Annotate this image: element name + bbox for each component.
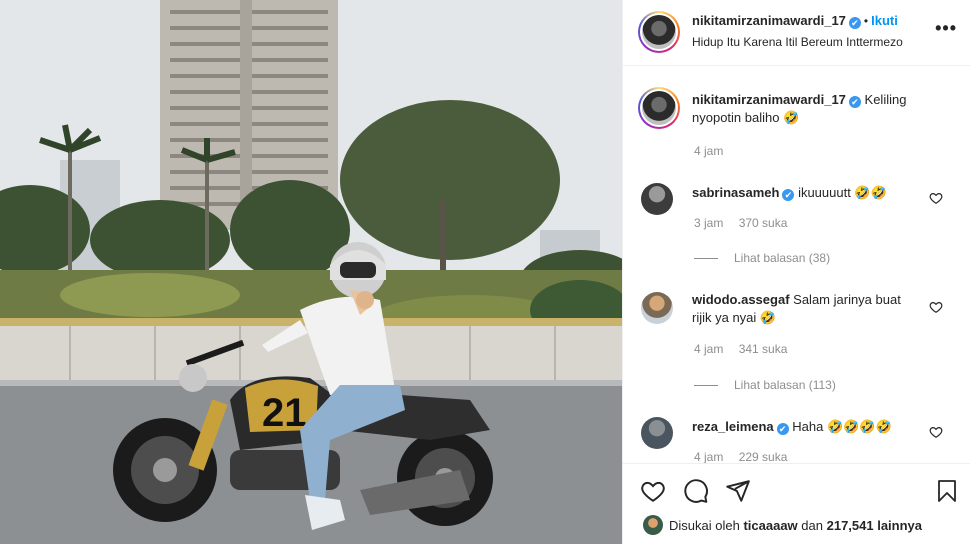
bookmark-icon[interactable]	[935, 478, 959, 504]
comment-username[interactable]: widodo.assegaf	[692, 292, 790, 307]
comment: reza_leimena ✔ Haha 🤣🤣🤣🤣	[692, 418, 922, 436]
comment-likes[interactable]: 370 suka	[739, 216, 788, 230]
comment-time: 4 jam	[694, 450, 724, 463]
comment-likes[interactable]: 229 suka	[739, 450, 788, 463]
heart-icon[interactable]	[640, 478, 666, 504]
comment-meta: 4 jam 341 suka	[694, 342, 799, 356]
liked-by-count[interactable]: 217,541 lainnya	[827, 518, 922, 533]
share-icon[interactable]	[725, 478, 751, 504]
verified-icon: ✔	[782, 189, 795, 201]
caption-avatar[interactable]	[638, 87, 680, 129]
comment-time: 3 jam	[694, 216, 724, 230]
header-username[interactable]: nikitamirzanimawardi_17	[692, 13, 846, 28]
comment-time: 4 jam	[694, 342, 724, 356]
caption-username[interactable]: nikitamirzanimawardi_17	[692, 92, 846, 107]
comment-like-heart-icon[interactable]	[929, 191, 943, 205]
liked-by-avatar	[643, 515, 663, 535]
follow-button[interactable]: Ikuti	[871, 13, 898, 28]
comment-meta: 4 jam 229 suka	[694, 450, 799, 463]
comment: widodo.assegaf Salam jarinya buat rijik …	[692, 291, 922, 327]
comment-avatar[interactable]	[641, 183, 673, 215]
post-panel: nikitamirzanimawardi_17 ✔ • Ikuti Hidup Itu…	[622, 0, 970, 544]
liked-by[interactable]: Disukai oleh ticaaaaw dan 217,541 lainny…	[643, 515, 922, 535]
comment-like-heart-icon[interactable]	[929, 300, 943, 314]
comment-text: Haha 🤣🤣🤣🤣	[792, 419, 892, 434]
verified-icon: ✔	[776, 423, 789, 435]
header-location[interactable]: Hidup Itu Karena Itil Bereum Inttermezo	[692, 35, 903, 49]
caption-time: 4 jam	[694, 144, 724, 158]
comment-meta: 3 jam 370 suka	[694, 216, 799, 230]
header-avatar[interactable]	[638, 11, 680, 53]
comment-username[interactable]: sabrinasameh	[692, 185, 779, 200]
view-replies-link[interactable]: Lihat balasan (113)	[694, 378, 836, 392]
comments-section: nikitamirzanimawardi_17 ✔ Keliling nyopot…	[623, 67, 970, 463]
comment: sabrinasameh ✔ ikuuuuutt 🤣🤣	[692, 184, 922, 202]
verified-icon: ✔	[848, 96, 861, 108]
more-options-icon[interactable]: •••	[935, 18, 957, 39]
comment-avatar[interactable]	[641, 292, 673, 324]
comment-icon[interactable]	[683, 478, 709, 504]
caption: nikitamirzanimawardi_17 ✔ Keliling nyopot…	[692, 91, 942, 127]
separator-dot: •	[863, 14, 869, 28]
motorcycle-scene-illustration: 21	[0, 0, 622, 544]
view-replies-link[interactable]: Lihat balasan (38)	[694, 251, 830, 265]
comment-username[interactable]: reza_leimena	[692, 419, 774, 434]
liked-by-user[interactable]: ticaaaaw	[743, 518, 797, 533]
comment-avatar[interactable]	[641, 417, 673, 449]
post-actions: Disukai oleh ticaaaaw dan 217,541 lainny…	[623, 463, 970, 544]
post-image[interactable]: 21	[0, 0, 622, 544]
post-header: nikitamirzanimawardi_17 ✔ • Ikuti Hidup Itu…	[623, 0, 970, 66]
bike-number: 21	[262, 391, 307, 435]
comment-like-heart-icon[interactable]	[929, 425, 943, 439]
comment-likes[interactable]: 341 suka	[739, 342, 788, 356]
comment-text: ikuuuuutt 🤣🤣	[798, 185, 887, 200]
verified-icon: ✔	[848, 17, 861, 29]
